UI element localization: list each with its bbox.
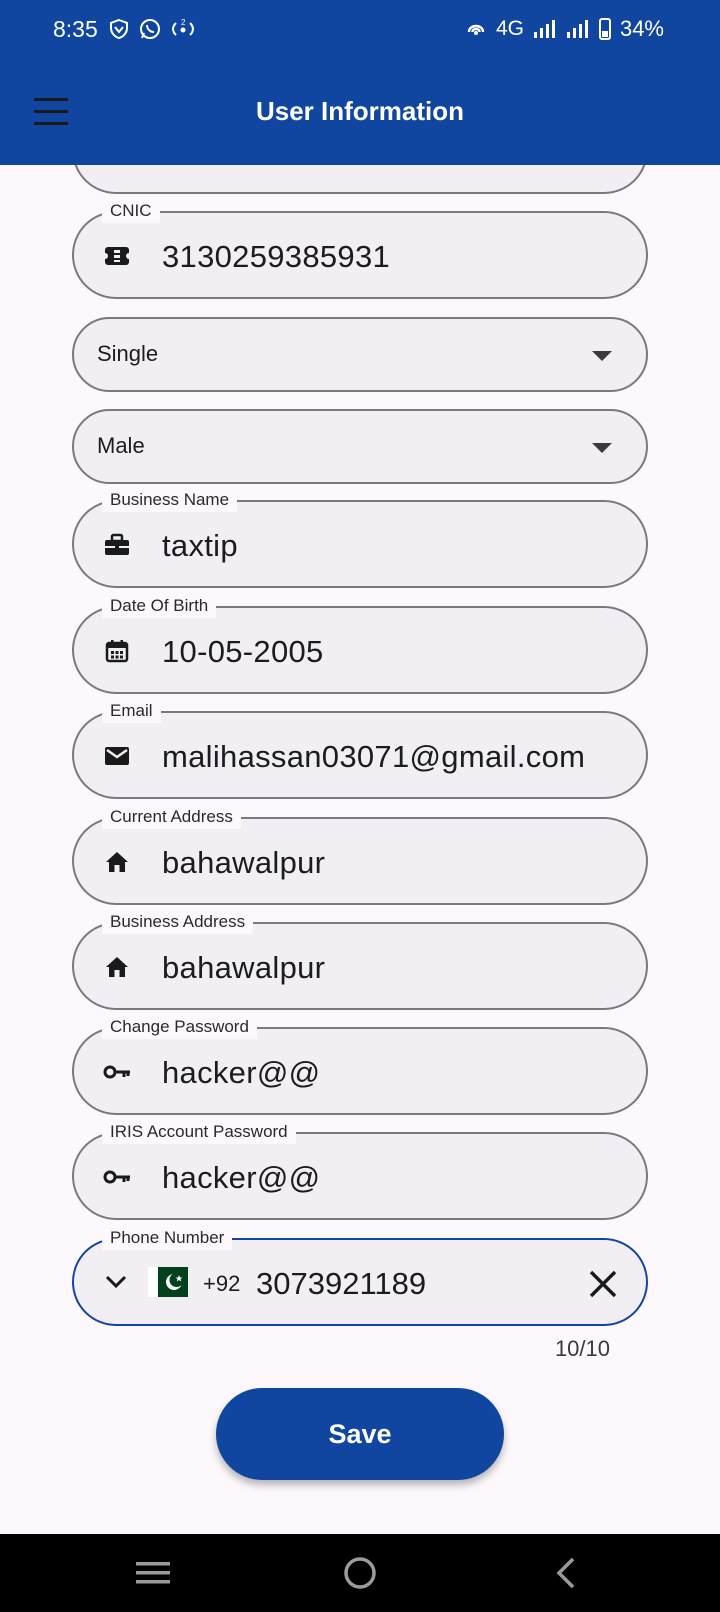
iris-password-field[interactable]: IRIS Account Password hacker@@ <box>72 1120 648 1220</box>
email-input[interactable]: malihassan03071@gmail.com <box>162 737 628 777</box>
save-button[interactable]: Save <box>216 1388 504 1480</box>
home-icon <box>102 847 132 877</box>
current-address-label: Current Address <box>102 805 241 829</box>
key-icon <box>102 1162 132 1192</box>
iris-password-input[interactable]: hacker@@ <box>162 1158 628 1198</box>
dial-code: +92 <box>203 1271 241 1296</box>
back-icon <box>556 1557 575 1589</box>
id-card-icon <box>102 241 132 271</box>
dob-label: Date Of Birth <box>102 594 217 618</box>
svg-text:2: 2 <box>181 18 186 27</box>
business-name-field[interactable]: Business Name taxtip <box>72 488 648 588</box>
dob-field[interactable]: Date Of Birth 10-05-2005 <box>72 594 648 694</box>
phone-input[interactable]: 3073921189 <box>256 1264 426 1304</box>
dropdown-arrow-icon <box>592 443 612 453</box>
hotspot-icon: 2 <box>172 18 194 36</box>
change-password-input[interactable]: hacker@@ <box>162 1053 628 1093</box>
home-icon <box>102 952 132 982</box>
change-password-field[interactable]: Change Password hacker@@ <box>72 1015 648 1115</box>
phone-field[interactable]: Phone Number +92 3073921189 <box>72 1226 648 1326</box>
marital-status-value: Single <box>97 341 159 366</box>
iris-password-label: IRIS Account Password <box>102 1120 296 1144</box>
dob-input[interactable]: 10-05-2005 <box>162 632 628 672</box>
whatsapp-icon <box>140 19 160 39</box>
home-circle-icon <box>344 1557 376 1589</box>
phone-label: Phone Number <box>102 1226 233 1250</box>
system-status: 4G 34% <box>465 16 664 42</box>
wifi-calling-icon <box>467 24 485 35</box>
business-address-field[interactable]: Business Address bahawalpur <box>72 910 648 1010</box>
page-title: User Information <box>255 96 465 126</box>
battery-percent: 34% <box>619 16 664 41</box>
business-address-label: Business Address <box>102 910 254 934</box>
signal-icon <box>533 20 555 38</box>
notification-icons: 2 <box>108 17 196 41</box>
phone-char-counter: 10/10 <box>554 1336 610 1361</box>
recent-apps-button[interactable] <box>103 1534 203 1612</box>
gender-value: Male <box>97 433 145 458</box>
home-button[interactable] <box>310 1534 410 1612</box>
current-address-field[interactable]: Current Address bahawalpur <box>72 805 648 905</box>
cnic-input[interactable]: 3130259385931 <box>162 237 628 277</box>
system-nav-bar <box>0 1534 720 1612</box>
key-icon <box>102 1057 132 1087</box>
business-name-label: Business Name <box>102 488 238 512</box>
cnic-field[interactable]: CNIC 3130259385931 <box>72 199 648 299</box>
network-type: 4G <box>495 17 524 40</box>
app-bar: 8:35 2 4G 34% User Information <box>0 0 720 165</box>
current-address-input[interactable]: bahawalpur <box>162 843 628 883</box>
email-field[interactable]: Email malihassan03071@gmail.com <box>72 699 648 799</box>
business-address-input[interactable]: bahawalpur <box>162 948 628 988</box>
back-button[interactable] <box>516 1534 616 1612</box>
dropdown-arrow-icon <box>592 351 612 361</box>
signal-icon <box>566 20 588 38</box>
recent-apps-icon <box>136 1562 170 1584</box>
calendar-icon <box>102 636 132 666</box>
shield-icon <box>110 18 128 40</box>
battery-icon <box>598 18 611 40</box>
business-name-input[interactable]: taxtip <box>162 526 628 566</box>
pakistan-flag-icon[interactable] <box>148 1267 188 1297</box>
country-picker-chevron-icon[interactable] <box>104 1270 128 1299</box>
status-time: 8:35 <box>53 16 98 42</box>
marital-status-select[interactable]: Single <box>72 317 648 392</box>
mail-icon <box>102 741 132 771</box>
cnic-label: CNIC <box>102 199 160 223</box>
gender-select[interactable]: Male <box>72 409 648 484</box>
clear-icon[interactable] <box>586 1267 620 1301</box>
status-bar: 8:35 2 4G 34% <box>0 0 720 62</box>
change-password-label: Change Password <box>102 1015 257 1039</box>
briefcase-icon <box>102 530 132 560</box>
email-label: Email <box>102 699 161 723</box>
